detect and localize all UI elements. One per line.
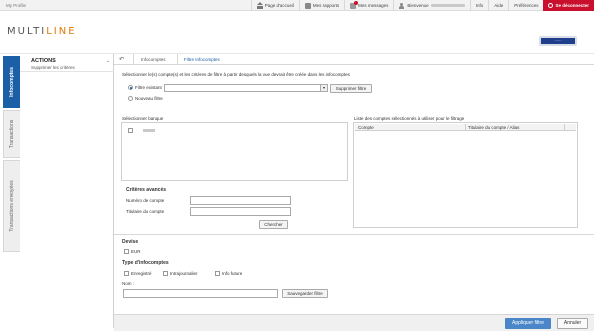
save-filter-button[interactable]: Sauvegarder filtre (282, 289, 328, 298)
chevron-down-icon: ▼ (320, 85, 327, 91)
column-separator (465, 124, 466, 131)
chevron-down-icon[interactable]: ⌄ (106, 58, 110, 64)
top-bar: My Profile Page d'accueil Mes rapports M… (0, 0, 594, 11)
type-intraday-label: Intrajournalier (170, 271, 198, 276)
nav-reports[interactable]: Mes rapports (298, 0, 344, 11)
table-header: Compte Titulaire du compte / Alias (355, 124, 576, 131)
type-future-label: Info future (222, 271, 243, 276)
account-holder-label: Titulaire du compte (126, 209, 165, 214)
section-divider (114, 234, 594, 235)
breadcrumb-filter: Filtre Infocomptes (184, 57, 220, 62)
radio-existing-filter[interactable] (128, 85, 133, 90)
delete-filter-button[interactable]: Supprimer filtre (330, 84, 372, 93)
breadcrumb-separator (133, 54, 134, 65)
nav-messages[interactable]: Mes messages (344, 0, 393, 11)
my-profile-link[interactable]: My Profile (6, 3, 26, 8)
account-number-input[interactable] (190, 196, 291, 205)
intro-text: Sélectionner le(s) compte(s) et les crit… (122, 72, 350, 77)
tab-transactions[interactable]: Transactions (3, 110, 20, 158)
bank-list (121, 122, 348, 181)
radio-new-label: Nouveau filtre (135, 96, 163, 101)
breadcrumb: ↶ Infocomptes Filtre Infocomptes (114, 54, 594, 65)
redacted-bank-name (143, 129, 155, 132)
apply-filter-button[interactable]: Appliquer filtre (505, 318, 551, 329)
power-icon (548, 3, 554, 8)
type-registered-label: Enregistré (131, 271, 152, 276)
type-title: Type d'infocomptes (122, 260, 169, 266)
tab-infocomptes[interactable]: Infocomptes (3, 56, 20, 108)
currency-eur-checkbox[interactable] (124, 249, 129, 254)
existing-filter-select[interactable]: ▼ (164, 84, 328, 92)
name-label: Nom : (122, 281, 135, 286)
currency-title: Devise (122, 239, 139, 245)
logout-button[interactable]: Se déconnecter (543, 0, 594, 11)
account-number-label: Numéro de compte (126, 198, 165, 203)
reports-icon (304, 2, 311, 9)
actions-divider (20, 71, 114, 72)
advanced-criteria-title: Critères avancés (126, 187, 167, 193)
tab-transactions-envoyees[interactable]: Transactions envoyées (3, 160, 20, 252)
column-account: Compte (358, 125, 374, 130)
clear-criteria-link[interactable]: Supprimer les critères (31, 65, 75, 70)
type-registered-checkbox[interactable] (124, 271, 129, 276)
nav-help[interactable]: Aide (488, 0, 508, 11)
bank-checkbox[interactable] (128, 128, 133, 133)
type-future-checkbox[interactable] (215, 271, 220, 276)
selected-accounts-table: Compte Titulaire du compte / Alias (353, 122, 578, 228)
column-separator (564, 124, 565, 131)
breadcrumb-infocomptes[interactable]: Infocomptes (141, 57, 166, 62)
radio-new-filter[interactable] (128, 96, 133, 101)
multiline-logo: MULTILINE (7, 26, 77, 37)
footer-bar: Appliquer filtre Annuler (114, 314, 594, 331)
nav-preferences[interactable]: Préférences (508, 0, 543, 11)
brand-button[interactable]: ······ (539, 36, 577, 46)
top-navigation: Page d'accueil Mes rapports Mes messages… (250, 0, 594, 11)
home-icon (256, 1, 263, 9)
search-button[interactable]: Chercher (259, 220, 288, 229)
nav-home[interactable]: Page d'accueil (250, 0, 299, 11)
cancel-button[interactable]: Annuler (557, 318, 588, 329)
breadcrumb-separator (177, 54, 178, 65)
actions-panel: ACTIONS ⌄ Supprimer les critères (20, 54, 114, 328)
user-icon (399, 2, 405, 9)
currency-eur-label: EUR (131, 249, 141, 254)
account-holder-input[interactable] (190, 207, 291, 216)
filter-name-input[interactable] (123, 289, 278, 298)
column-holder: Titulaire du compte / Alias (468, 125, 520, 130)
radio-existing-label: Filtre existant (135, 85, 162, 90)
messages-icon (350, 0, 359, 9)
accounts-list-title: Liste des comptes sélectionnés à utilise… (354, 116, 465, 121)
nav-info[interactable]: Info (469, 0, 489, 11)
notification-badge (354, 0, 359, 5)
type-intraday-checkbox[interactable] (163, 271, 168, 276)
actions-title: ACTIONS (31, 58, 56, 64)
redacted-username (430, 4, 465, 7)
back-arrow-icon[interactable]: ↶ (119, 56, 124, 63)
nav-welcome-user[interactable]: Bienvenue (393, 0, 469, 11)
select-bank-title: Sélectionner banque (122, 116, 164, 121)
